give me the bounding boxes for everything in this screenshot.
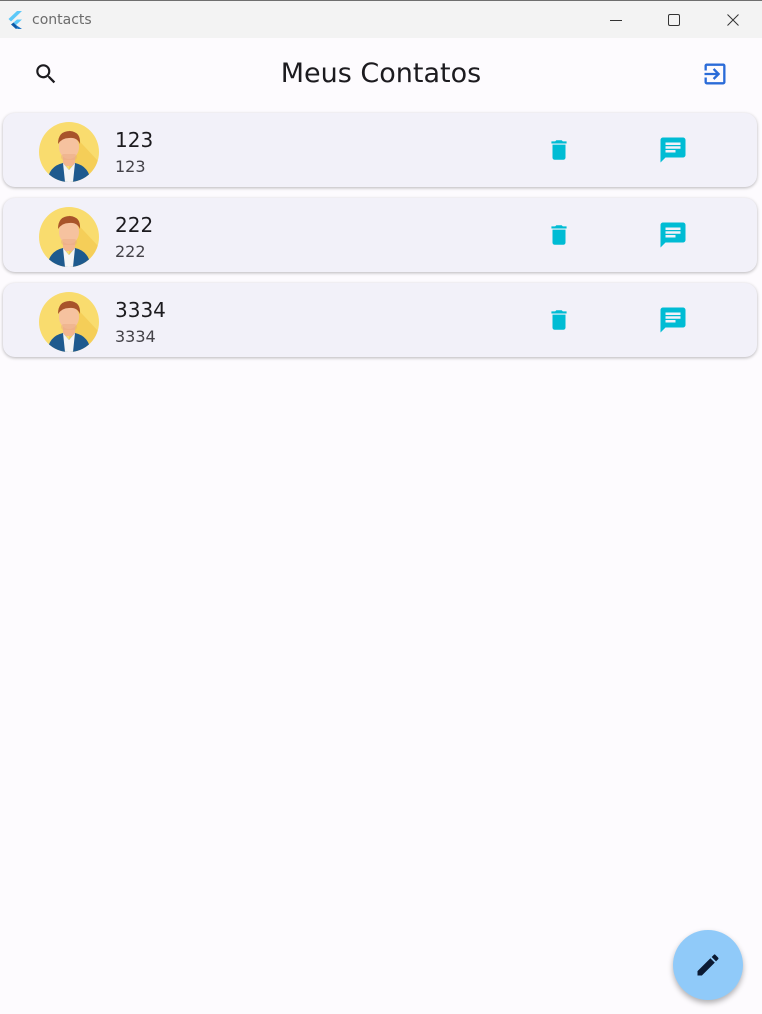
- edit-fab-button[interactable]: [673, 930, 743, 1000]
- minimize-icon: [610, 19, 622, 21]
- delete-button[interactable]: [537, 298, 581, 342]
- contact-card[interactable]: 3334 3334: [3, 283, 757, 357]
- logout-button[interactable]: [693, 52, 737, 96]
- delete-button[interactable]: [537, 128, 581, 172]
- message-icon: [660, 307, 686, 333]
- page-title: Meus Contatos: [280, 58, 482, 89]
- contact-card[interactable]: 222 222: [3, 198, 757, 272]
- contact-phone: 3334: [115, 327, 156, 346]
- contact-name: 3334: [115, 298, 166, 322]
- flutter-logo-icon: [8, 11, 22, 29]
- contact-card[interactable]: 123 123: [3, 113, 757, 187]
- minimize-button[interactable]: [587, 1, 645, 38]
- avatar-person-icon: [39, 207, 99, 267]
- message-button[interactable]: [651, 213, 695, 257]
- edit-pencil-icon: [697, 954, 719, 976]
- maximize-button[interactable]: [645, 1, 703, 38]
- avatar-person-icon: [39, 122, 99, 182]
- app-window: contacts Meus Contatos 123 123 222 222 3…: [0, 0, 762, 1014]
- window-title: contacts: [32, 12, 92, 28]
- message-icon: [660, 222, 686, 248]
- avatar-person-icon: [39, 292, 99, 352]
- message-icon: [660, 137, 686, 163]
- maximize-icon: [668, 13, 680, 26]
- message-button[interactable]: [651, 298, 695, 342]
- contact-name: 222: [115, 213, 154, 237]
- window-titlebar: contacts: [0, 1, 762, 38]
- contact-phone: 123: [115, 157, 146, 176]
- delete-icon: [551, 310, 567, 330]
- app-bar: Meus Contatos: [0, 38, 762, 111]
- contact-name: 123: [115, 128, 154, 152]
- delete-icon: [551, 140, 567, 160]
- contact-phone: 222: [115, 242, 146, 261]
- close-button[interactable]: [704, 1, 762, 38]
- delete-icon: [551, 225, 567, 245]
- message-button[interactable]: [651, 128, 695, 172]
- login-arrow-icon: [704, 63, 726, 85]
- close-icon: [727, 13, 739, 26]
- delete-button[interactable]: [537, 213, 581, 257]
